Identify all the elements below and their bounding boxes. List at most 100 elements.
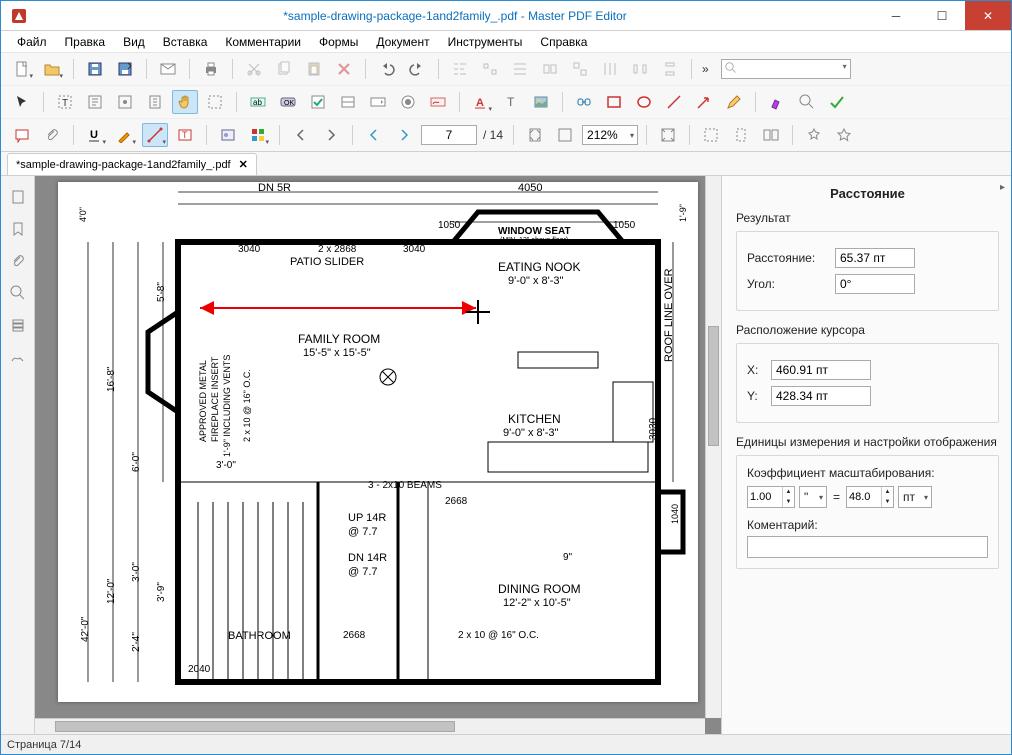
horizontal-scrollbar[interactable]	[35, 718, 705, 734]
two-page-button[interactable]	[758, 123, 784, 147]
open-button[interactable]	[39, 57, 65, 81]
pencil-tool[interactable]	[721, 90, 747, 114]
measure-line-tool[interactable]	[142, 123, 168, 147]
insert-image-tool[interactable]	[528, 90, 554, 114]
minimize-button[interactable]: ─	[873, 1, 919, 30]
menu-insert[interactable]: Вставка	[155, 33, 216, 51]
menu-file[interactable]: Файл	[9, 33, 55, 51]
scale-to-spinner[interactable]: ▲▼	[846, 486, 894, 508]
first-page-button[interactable]	[361, 123, 387, 147]
scale-from-spinner[interactable]: ▲▼	[747, 486, 795, 508]
highlighter-tool[interactable]	[764, 90, 790, 114]
menu-edit[interactable]: Правка	[57, 33, 114, 51]
toolbar-overflow[interactable]: »	[700, 62, 711, 76]
edit-doc-tool[interactable]	[142, 90, 168, 114]
form-text-field[interactable]: ab	[245, 90, 271, 114]
search-input[interactable]	[721, 59, 851, 79]
email-button[interactable]	[155, 57, 181, 81]
last-page-button[interactable]	[391, 123, 417, 147]
undo-button[interactable]	[374, 57, 400, 81]
arrow-tool[interactable]	[691, 90, 717, 114]
note-tool[interactable]	[9, 123, 35, 147]
canvas-scroll[interactable]: DN 5R 4050 1050 1050 WINDOW SEAT (MIN. 1…	[35, 176, 721, 734]
shapes-tool[interactable]	[245, 123, 271, 147]
tab-close-icon[interactable]: ✕	[239, 158, 248, 171]
menu-forms[interactable]: Формы	[311, 33, 366, 51]
attach-tool[interactable]	[39, 123, 65, 147]
menu-view[interactable]: Вид	[115, 33, 153, 51]
search-tab[interactable]	[4, 278, 32, 308]
menu-comments[interactable]: Комментарии	[217, 33, 309, 51]
save-as-button[interactable]	[112, 57, 138, 81]
distribute-v-button[interactable]	[657, 57, 683, 81]
new-doc-button[interactable]	[9, 57, 35, 81]
draw-tool[interactable]	[112, 123, 138, 147]
bookmarks-tab[interactable]	[4, 214, 32, 244]
underline-tool[interactable]: U	[82, 123, 108, 147]
link-tool[interactable]	[571, 90, 597, 114]
attachments-tab[interactable]	[4, 246, 32, 276]
textbox-tool[interactable]: T	[172, 123, 198, 147]
menu-help[interactable]: Справка	[532, 33, 595, 51]
snapshot-tool[interactable]	[202, 90, 228, 114]
align-right-button[interactable]	[507, 57, 533, 81]
doc-tab[interactable]: *sample-drawing-package-1and2family_.pdf…	[7, 153, 257, 175]
fit-width-button[interactable]	[552, 123, 578, 147]
form-checkbox[interactable]	[305, 90, 331, 114]
delete-button[interactable]	[331, 57, 357, 81]
comment-field[interactable]	[747, 536, 988, 558]
y-field[interactable]	[771, 386, 871, 406]
rectangle-tool[interactable]	[601, 90, 627, 114]
text-select-tool[interactable]: T	[52, 90, 78, 114]
form-combo[interactable]	[365, 90, 391, 114]
cut-button[interactable]	[241, 57, 267, 81]
distance-field[interactable]	[835, 248, 915, 268]
form-signature[interactable]	[425, 90, 451, 114]
thumbnails-tab[interactable]	[4, 182, 32, 212]
paste-button[interactable]	[301, 57, 327, 81]
save-button[interactable]	[82, 57, 108, 81]
align-middle-button[interactable]	[567, 57, 593, 81]
checkmark-tool[interactable]	[824, 90, 850, 114]
align-center-button[interactable]	[477, 57, 503, 81]
align-bottom-button[interactable]	[597, 57, 623, 81]
panel-collapse-icon[interactable]: ▸	[1000, 182, 1005, 193]
edit-text-tool[interactable]	[82, 90, 108, 114]
line-tool[interactable]	[661, 90, 687, 114]
signatures-tab[interactable]	[4, 342, 32, 372]
layers-tab[interactable]	[4, 310, 32, 340]
angle-field[interactable]	[835, 274, 915, 294]
align-top-button[interactable]	[537, 57, 563, 81]
maximize-button[interactable]: ☐	[919, 1, 965, 30]
actual-size-button[interactable]	[655, 123, 681, 147]
stamp-tool[interactable]	[215, 123, 241, 147]
align-left-button[interactable]	[447, 57, 473, 81]
form-radio[interactable]	[335, 90, 361, 114]
print-button[interactable]	[198, 57, 224, 81]
x-field[interactable]	[771, 360, 871, 380]
close-button[interactable]: ✕	[965, 1, 1011, 30]
fit-page-button[interactable]	[522, 123, 548, 147]
form-list[interactable]	[395, 90, 421, 114]
highlight-text-tool[interactable]: A	[468, 90, 494, 114]
distribute-h-button[interactable]	[627, 57, 653, 81]
unit-from-combo[interactable]: "	[799, 486, 827, 508]
next-page-button[interactable]	[318, 123, 344, 147]
rotate-left-button[interactable]	[698, 123, 724, 147]
eraser-tool[interactable]	[794, 90, 820, 114]
grid-tool-2[interactable]	[831, 123, 857, 147]
prev-page-button[interactable]	[288, 123, 314, 147]
copy-button[interactable]	[271, 57, 297, 81]
menu-document[interactable]: Документ	[368, 33, 437, 51]
vertical-scrollbar[interactable]	[705, 176, 721, 718]
zoom-combo[interactable]: 212%	[582, 125, 638, 145]
hand-tool[interactable]	[172, 90, 198, 114]
pdf-page[interactable]: DN 5R 4050 1050 1050 WINDOW SEAT (MIN. 1…	[58, 182, 698, 702]
form-button[interactable]: OK	[275, 90, 301, 114]
page-number-input[interactable]	[421, 125, 477, 145]
edit-form-tool[interactable]	[112, 90, 138, 114]
select-tool[interactable]	[9, 90, 35, 114]
unit-to-combo[interactable]: пт	[898, 486, 932, 508]
menu-tools[interactable]: Инструменты	[440, 33, 531, 51]
redo-button[interactable]	[404, 57, 430, 81]
